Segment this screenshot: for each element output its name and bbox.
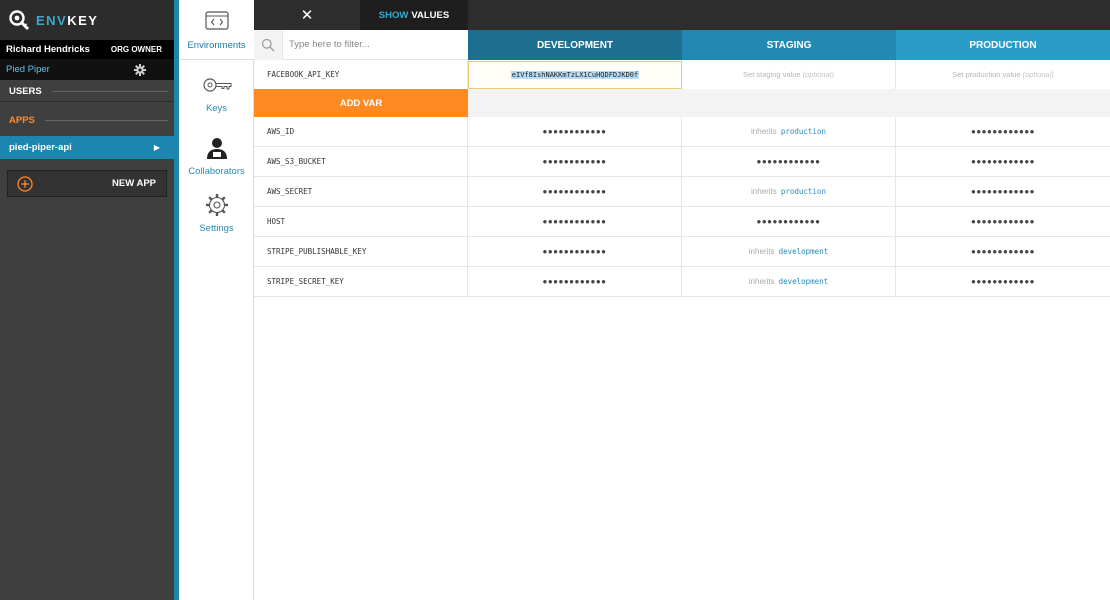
masked-value: ●●●●●●●●●●●● (542, 157, 607, 166)
inherits-label: inherits production (751, 127, 826, 136)
tab-collaborators[interactable]: Collaborators (179, 126, 254, 186)
inherits-label: inherits development (748, 247, 829, 256)
sidebar-section-apps[interactable]: APPS (0, 110, 174, 130)
var-value-production[interactable]: ●●●●●●●●●●●● (896, 117, 1110, 146)
gear-icon (205, 194, 228, 216)
key-search-logo-icon (9, 10, 30, 31)
var-value-development[interactable]: ●●●●●●●●●●●● (468, 117, 682, 146)
user-name: Richard Hendricks (6, 44, 90, 55)
logo: ENVKEY (0, 0, 174, 40)
env-header-staging: STAGING (682, 30, 896, 60)
current-user-bar[interactable]: Richard Hendricks ORG OWNER (0, 40, 174, 59)
masked-value: ●●●●●●●●●●●● (971, 277, 1035, 286)
var-value-development[interactable]: ●●●●●●●●●●●● (468, 207, 682, 236)
filter-input[interactable] (289, 39, 459, 50)
masked-value: ●●●●●●●●●●●● (756, 157, 821, 166)
inherited-env-name: production (780, 187, 826, 196)
var-name[interactable]: HOST (254, 207, 468, 236)
masked-value: ●●●●●●●●●●●● (542, 247, 607, 256)
new-app-button[interactable]: NEW APP (7, 170, 167, 197)
grid-header: DEVELOPMENT STAGING PRODUCTION (254, 29, 1110, 60)
var-value-production[interactable]: ●●●●●●●●●●●● (896, 147, 1110, 176)
tab-keys[interactable]: Keys (179, 63, 254, 123)
masked-value: ●●●●●●●●●●●● (542, 277, 607, 286)
app-subnav: Environments Keys Collaborators Settings (179, 0, 254, 600)
key-icon (202, 78, 231, 92)
sidebar-item-app[interactable]: pied-piper-api ▶ (0, 136, 174, 159)
add-var-button[interactable]: ADD VAR (254, 89, 468, 117)
divider (44, 119, 168, 121)
new-var-staging-input[interactable]: Set staging value (optional) (682, 60, 896, 89)
divider (51, 91, 168, 92)
table-row[interactable]: AWS_S3_BUCKET ●●●●●●●●●●●● ●●●●●●●●●●●● ●●●… (254, 147, 1110, 177)
person-icon (206, 138, 227, 159)
org-bar[interactable]: Pied Piper (0, 59, 174, 80)
masked-value: ●●●●●●●●●●●● (971, 217, 1035, 226)
app-name: pied-piper-api (9, 142, 72, 153)
sidebar-section-users[interactable]: USERS (0, 82, 174, 102)
show-values-button[interactable]: SHOW VALUES (360, 0, 468, 30)
env-header-production: PRODUCTION (896, 30, 1110, 60)
tab-settings[interactable]: Settings (179, 183, 254, 243)
table-row[interactable]: AWS_SECRET ●●●●●●●●●●●● inherits production… (254, 177, 1110, 207)
var-value-staging[interactable]: inherits production (682, 177, 896, 206)
plus-circle-icon (17, 175, 33, 192)
inherited-env-name: development (778, 247, 829, 256)
new-var-row: FACEBOOK_API_KEY eIVf8IshNAKKmTzLX1CuHQD… (254, 60, 1110, 89)
var-value-staging[interactable]: inherits production (682, 117, 896, 146)
var-name[interactable]: AWS_S3_BUCKET (254, 147, 468, 176)
table-row[interactable]: AWS_ID ●●●●●●●●●●●● inherits production ●●●●… (254, 117, 1110, 147)
var-value-production[interactable]: ●●●●●●●●●●●● (896, 207, 1110, 236)
logo-text: ENVKEY (36, 12, 99, 28)
org-name[interactable]: Pied Piper (6, 64, 134, 75)
masked-value: ●●●●●●●●●●●● (542, 187, 607, 196)
var-name[interactable]: STRIPE_SECRET_KEY (254, 267, 468, 296)
inherited-env-name: production (780, 127, 826, 136)
inherits-label: inherits development (748, 277, 829, 286)
masked-value: ●●●●●●●●●●●● (542, 217, 607, 226)
var-name[interactable]: STRIPE_PUBLISHABLE_KEY (254, 237, 468, 266)
inherits-label: inherits production (751, 187, 826, 196)
var-value-staging[interactable]: ●●●●●●●●●●●● (682, 207, 896, 236)
new-var-development-input[interactable]: eIVf8IshNAKKmTzLX1CuHQDFDJKD0f (468, 61, 682, 89)
var-value-production[interactable]: ●●●●●●●●●●●● (896, 237, 1110, 266)
var-name[interactable]: AWS_ID (254, 117, 468, 146)
var-value-production[interactable]: ●●●●●●●●●●●● (896, 177, 1110, 206)
close-icon: ✕ (300, 7, 314, 24)
selected-value-text: eIVf8IshNAKKmTzLX1CuHQDFDJKD0f (510, 71, 640, 79)
new-var-name-input[interactable]: FACEBOOK_API_KEY (254, 60, 468, 89)
inherited-env-name: development (778, 277, 829, 286)
masked-value: ●●●●●●●●●●●● (542, 127, 607, 136)
table-row[interactable]: STRIPE_SECRET_KEY ●●●●●●●●●●●● inherits dev… (254, 267, 1110, 297)
masked-value: ●●●●●●●●●●●● (971, 247, 1035, 256)
chevron-right-icon: ▶ (153, 143, 160, 152)
var-value-staging[interactable]: ●●●●●●●●●●●● (682, 147, 896, 176)
var-value-development[interactable]: ●●●●●●●●●●●● (468, 237, 682, 266)
filter-box[interactable] (254, 29, 468, 60)
masked-value: ●●●●●●●●●●●● (971, 187, 1035, 196)
masked-value: ●●●●●●●●●●●● (756, 217, 821, 226)
user-role-badge: ORG OWNER (110, 45, 162, 54)
tab-environments[interactable]: Environments (179, 0, 254, 60)
search-icon (254, 29, 283, 60)
var-value-production[interactable]: ●●●●●●●●●●●● (896, 267, 1110, 296)
code-window-icon (204, 11, 229, 30)
masked-value: ●●●●●●●●●●●● (971, 157, 1035, 166)
var-value-development[interactable]: ●●●●●●●●●●●● (468, 147, 682, 176)
org-settings-gear-icon[interactable] (134, 63, 146, 76)
sidebar: ENVKEY Richard Hendricks ORG OWNER Pied … (0, 0, 174, 600)
close-button[interactable]: ✕ (254, 0, 360, 30)
table-row[interactable]: STRIPE_PUBLISHABLE_KEY ●●●●●●●●●●●● inheri… (254, 237, 1110, 267)
masked-value: ●●●●●●●●●●●● (971, 127, 1035, 136)
var-name[interactable]: AWS_SECRET (254, 177, 468, 206)
var-value-staging[interactable]: inherits development (682, 267, 896, 296)
var-value-development[interactable]: ●●●●●●●●●●●● (468, 177, 682, 206)
var-value-development[interactable]: ●●●●●●●●●●●● (468, 267, 682, 296)
var-value-staging[interactable]: inherits development (682, 237, 896, 266)
table-row[interactable]: HOST ●●●●●●●●●●●● ●●●●●●●●●●●● ●●●●●●●●●●●● (254, 207, 1110, 237)
env-header-development: DEVELOPMENT (468, 30, 682, 60)
add-var-row: ADD VAR (254, 89, 1110, 117)
new-var-production-input[interactable]: Set production value (optional) (896, 60, 1110, 89)
